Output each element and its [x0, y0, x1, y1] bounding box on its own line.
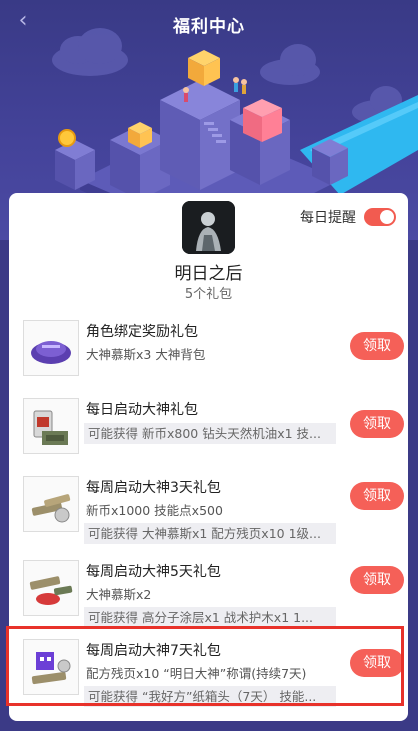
gift-pack-name: 每日启动大神礼包 [86, 402, 198, 418]
daily-reminder: 每日提醒 [300, 207, 396, 227]
pack-count: 5个礼包 [184, 287, 233, 302]
gift-pack-item: 角色绑定奖励礼包 大神慕斯x3 大神背包 领取 [15, 314, 404, 392]
page-title: 福利中心 [173, 17, 245, 37]
gift-pack-name: 每周启动大神3天礼包 [86, 480, 221, 496]
gift-pack-possible-rewards: 可能获得 高分子涂层x1 战术护木x1 1... [84, 607, 336, 628]
game-name: 明日之后 [174, 264, 243, 284]
gift-pack-item: 每周启动大神3天礼包 新币x1000 技能点x500 可能获得 大神慕斯x1 配… [15, 470, 404, 548]
gift-pack-contents: 大神慕斯x3 大神背包 [86, 347, 206, 362]
gift-pack-possible-rewards: 可能获得 新币x800 钻头天然机油x1 技... [84, 423, 336, 444]
gift-pack-thumbnail [23, 398, 79, 454]
daily-reminder-toggle[interactable] [364, 208, 396, 226]
game-figure-icon [182, 201, 235, 254]
gift-pack-name: 角色绑定奖励礼包 [86, 324, 198, 340]
gift-pack-thumbnail [23, 560, 79, 616]
gift-pack-contents: 大神慕斯x2 [86, 587, 152, 602]
claim-button[interactable]: 领取 [350, 332, 404, 360]
gift-pack-thumbnail [23, 320, 79, 376]
gift-pack-contents: 新币x1000 技能点x500 [86, 503, 223, 518]
claim-button[interactable]: 领取 [350, 566, 404, 594]
claim-button[interactable]: 领取 [350, 482, 404, 510]
gift-pack-thumbnail [23, 476, 79, 532]
daily-reminder-label: 每日提醒 [300, 210, 356, 226]
claim-button[interactable]: 领取 [350, 410, 404, 438]
highlight-box [6, 626, 404, 706]
supplies-icon [31, 494, 71, 523]
gift-pack-name: 每周启动大神5天礼包 [86, 564, 221, 580]
backpack-icon [31, 341, 71, 364]
gift-pack-item: 每周启动大神5天礼包 大神慕斯x2 可能获得 高分子涂层x1 战术护木x1 1.… [15, 554, 404, 632]
oil-can-icon [33, 410, 68, 445]
gift-pack-item: 每日启动大神礼包 可能获得 新币x800 钻头天然机油x1 技... 领取 [15, 392, 404, 470]
supplies-icon [29, 576, 73, 605]
game-icon [182, 201, 235, 254]
gift-pack-possible-rewards: 可能获得 大神慕斯x1 配方残页x10 1级... [84, 523, 336, 544]
